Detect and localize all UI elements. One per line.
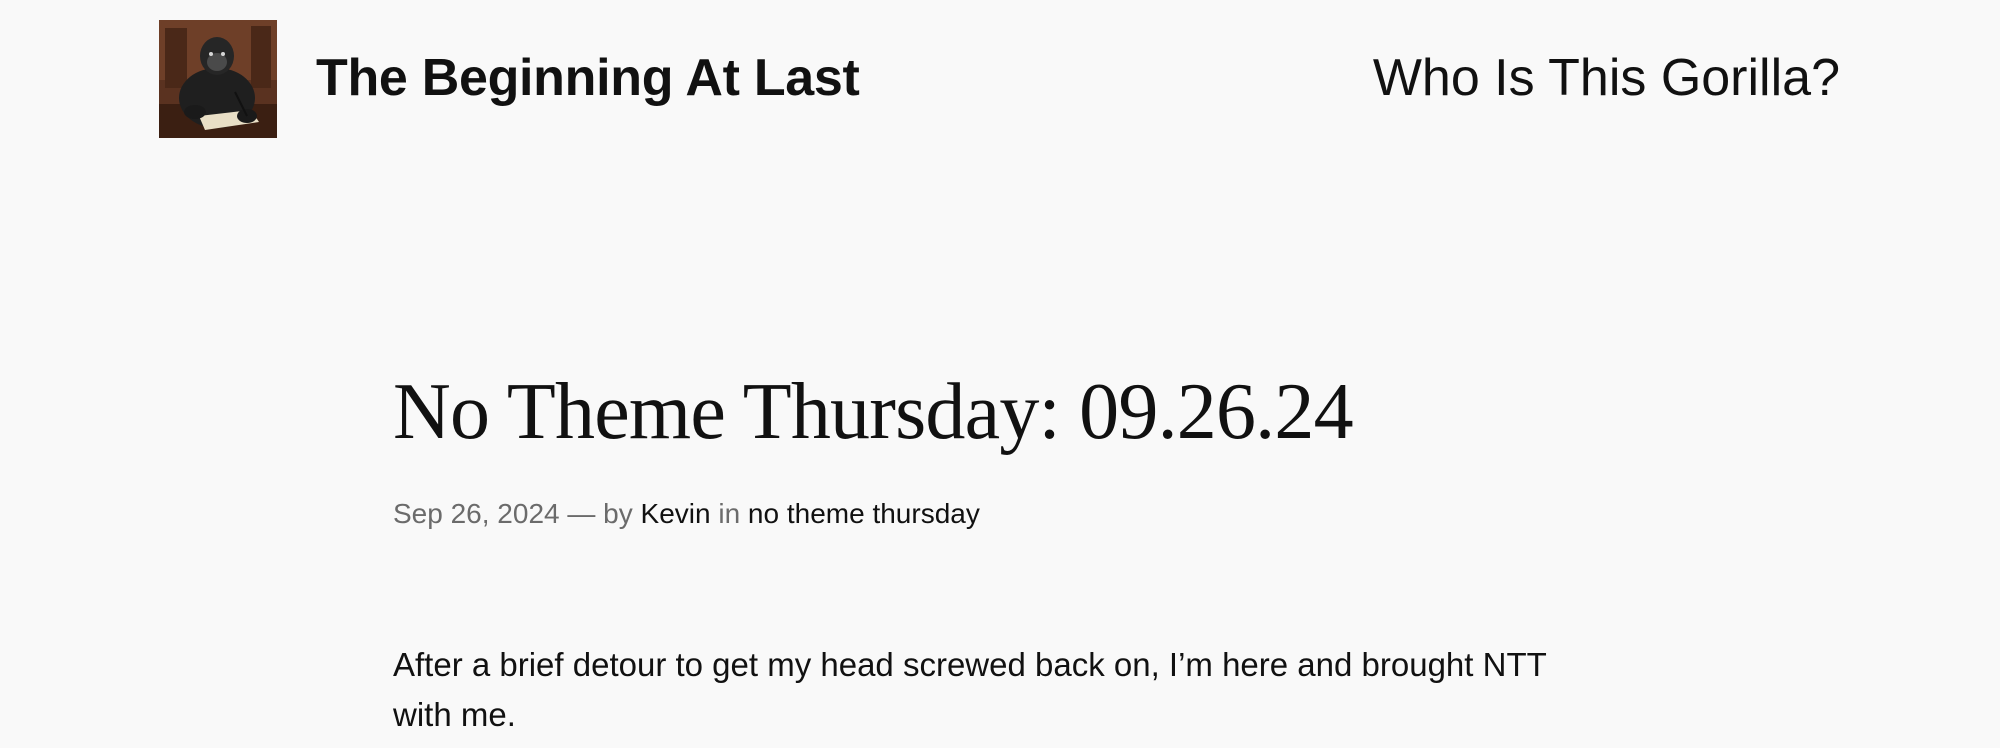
post-title: No Theme Thursday: 09.26.24 — [393, 368, 1354, 456]
site-title[interactable]: The Beginning At Last — [316, 46, 860, 110]
gorilla-logo-image — [159, 20, 277, 138]
post-paragraph: After a brief detour to get my head scre… — [393, 646, 1547, 733]
post-body: After a brief detour to get my head scre… — [393, 640, 1593, 740]
primary-navigation: Who Is This Gorilla? — [1373, 46, 1840, 110]
category-link[interactable]: no theme thursday — [748, 498, 980, 529]
by-label: by — [603, 498, 633, 529]
in-label: in — [718, 498, 741, 529]
meta-separator: — — [567, 498, 596, 529]
post-date: Sep 26, 2024 — [393, 498, 560, 529]
site-logo[interactable] — [159, 20, 277, 138]
post-meta: Sep 26, 2024 — by Kevin in no theme thur… — [393, 494, 980, 534]
site-header: The Beginning At Last Who Is This Gorill… — [0, 0, 2000, 140]
author-link[interactable]: Kevin — [641, 498, 711, 529]
nav-link-who-is-this-gorilla[interactable]: Who Is This Gorilla? — [1373, 49, 1840, 107]
